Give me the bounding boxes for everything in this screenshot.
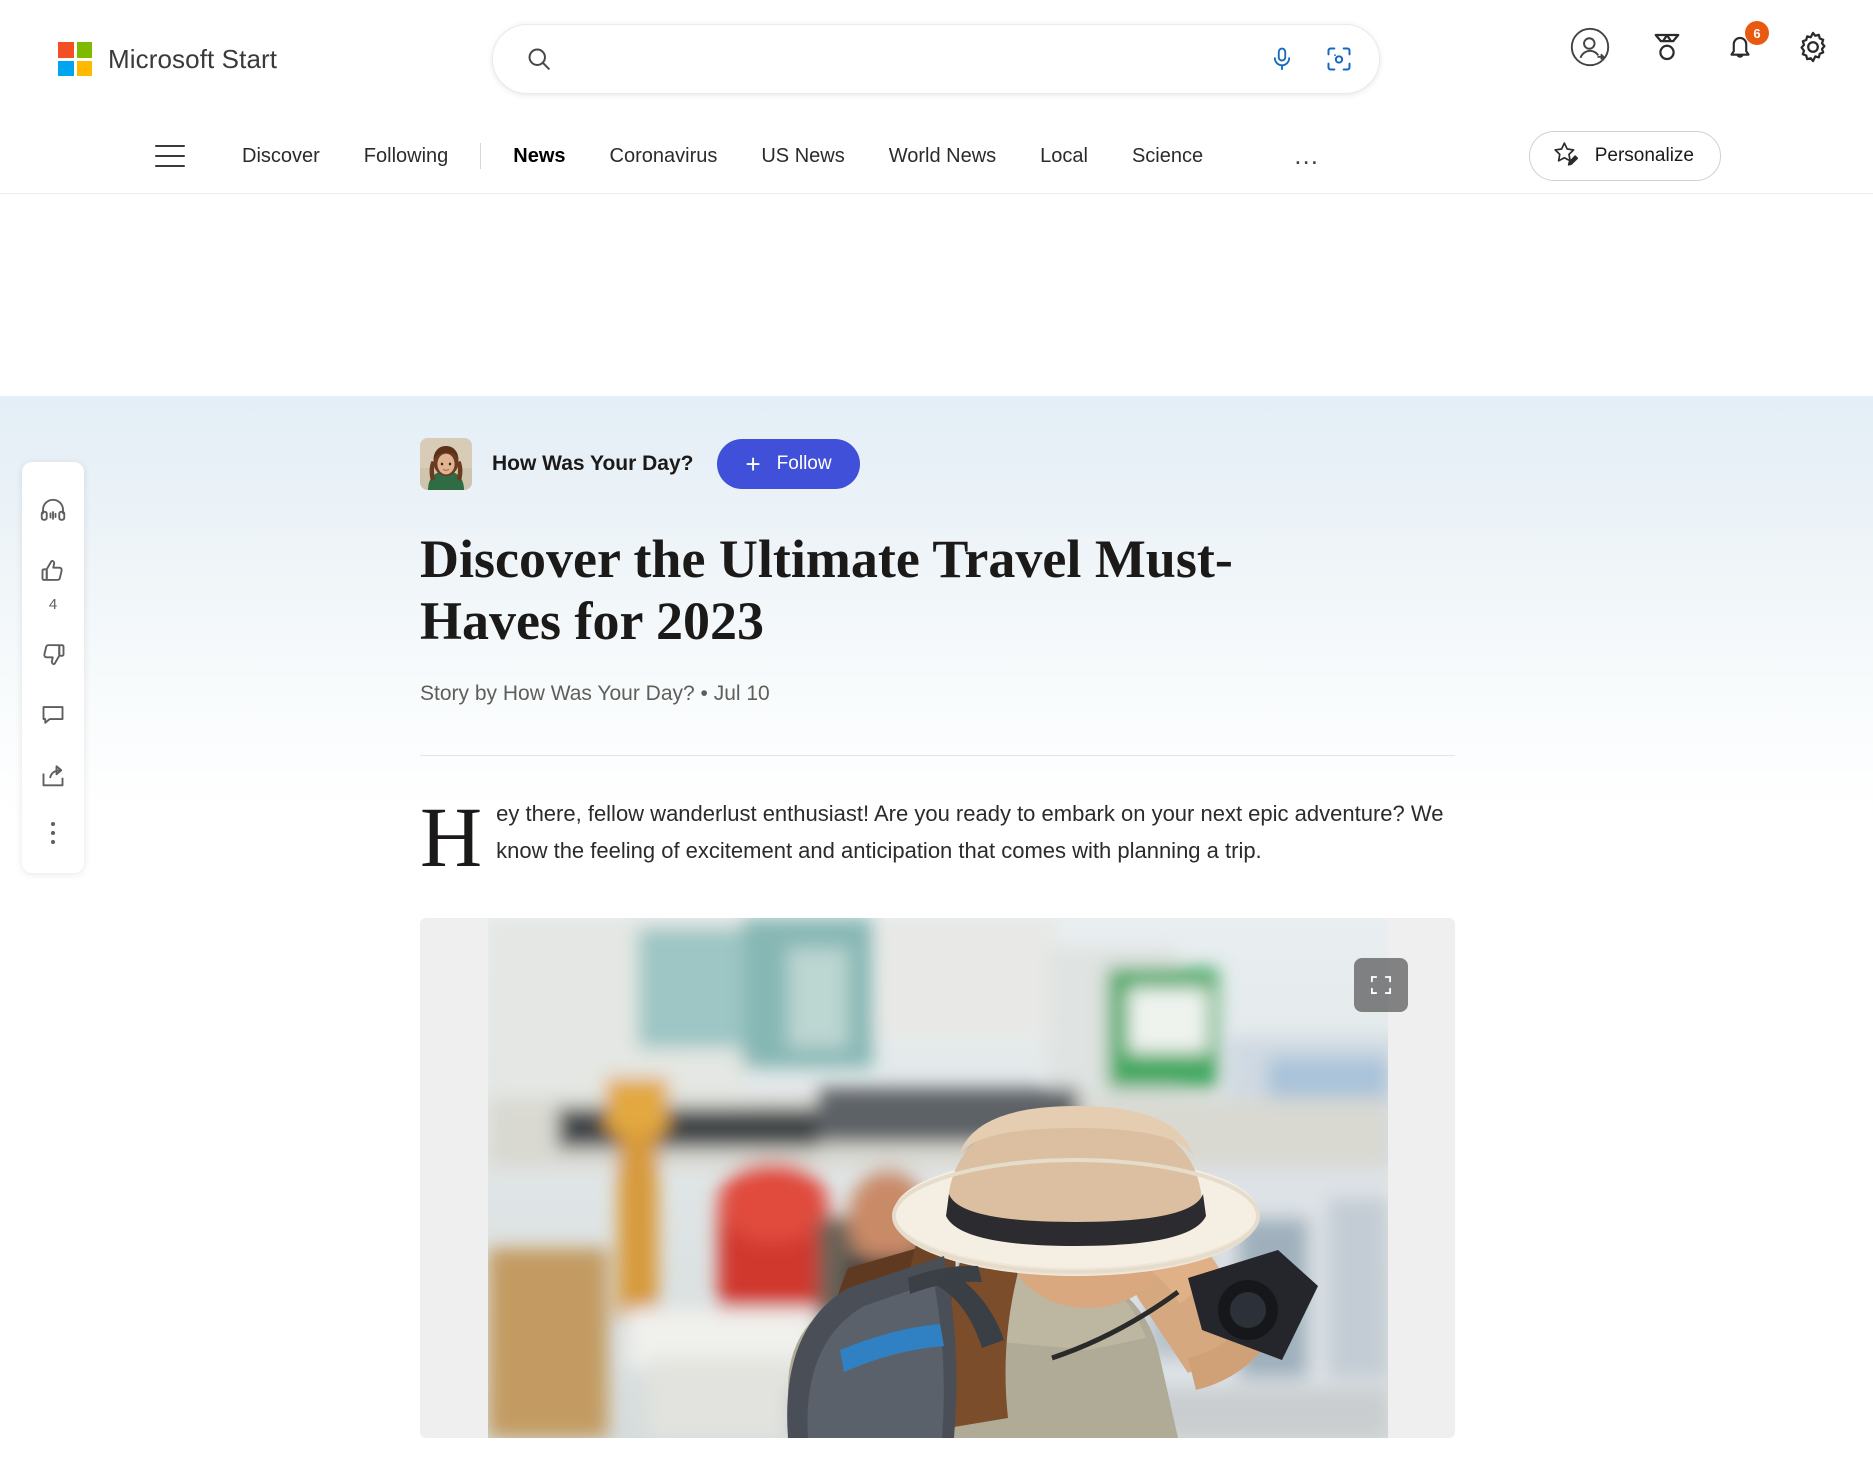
nav-item-science[interactable]: Science — [1110, 146, 1225, 166]
article-background: 4 How Was Your Day? + Follow Discover th… — [0, 396, 1873, 1483]
paragraph-text: ey there, fellow wanderlust enthusiast! … — [496, 801, 1444, 864]
like-count: 4 — [48, 596, 58, 613]
top-header: Microsoft Start 6 — [0, 0, 1873, 118]
nav-item-world-news[interactable]: World News — [867, 146, 1018, 166]
article-body: How Was Your Day? + Follow Discover the … — [420, 396, 1455, 1439]
header-actions: 6 — [1569, 21, 1831, 68]
nav-divider — [480, 142, 482, 169]
article-headline: Discover the Ultimate Travel Must-Haves … — [420, 529, 1233, 652]
nav-item-news[interactable]: News — [491, 146, 587, 166]
more-options-button[interactable] — [22, 809, 84, 857]
nav-item-discover[interactable]: Discover — [220, 146, 342, 166]
settings-gear-icon[interactable] — [1795, 29, 1831, 65]
article-divider — [420, 755, 1455, 757]
notification-badge: 6 — [1745, 21, 1769, 45]
publisher-name[interactable]: How Was Your Day? — [492, 452, 693, 476]
sign-in-avatar-icon[interactable] — [1569, 26, 1611, 68]
nav-item-following[interactable]: Following — [342, 146, 470, 166]
main-navigation: Discover Following News Coronavirus US N… — [0, 118, 1873, 194]
thumbs-up-icon — [38, 556, 68, 591]
share-icon — [38, 761, 68, 796]
article-first-paragraph: Hey there, fellow wanderlust enthusiast!… — [420, 789, 1450, 886]
personalize-button[interactable]: Personalize — [1528, 130, 1721, 181]
brand-name: Microsoft Start — [108, 43, 278, 74]
visual-search-icon[interactable] — [1325, 45, 1353, 73]
ad-placeholder-region — [0, 194, 1873, 396]
nav-more-icon[interactable]: … — [1293, 142, 1321, 168]
search-input[interactable] — [575, 48, 1255, 70]
follow-label: Follow — [776, 453, 832, 474]
share-button[interactable] — [22, 748, 84, 809]
nav-item-local[interactable]: Local — [1018, 146, 1110, 166]
personalize-label: Personalize — [1594, 144, 1694, 166]
article-byline: Story by How Was Your Day? • Jul 10 — [420, 682, 770, 706]
personalize-star-pencil-icon — [1552, 140, 1579, 172]
rewards-medal-icon[interactable] — [1649, 29, 1685, 65]
brand-logo-link[interactable]: Microsoft Start — [58, 42, 277, 76]
publisher-avatar[interactable] — [420, 438, 472, 490]
nav-item-coronavirus[interactable]: Coronavirus — [588, 146, 740, 166]
comments-button[interactable] — [22, 687, 84, 748]
search-icon — [525, 45, 553, 73]
listen-button[interactable] — [22, 482, 84, 543]
article-hero-image[interactable] — [420, 918, 1455, 1439]
more-vertical-icon — [51, 822, 55, 844]
microsoft-logo-icon — [58, 42, 92, 76]
notifications-bell-icon[interactable]: 6 — [1723, 21, 1769, 64]
follow-button[interactable]: + Follow — [717, 439, 860, 489]
article-action-rail: 4 — [22, 462, 84, 873]
nav-item-us-news[interactable]: US News — [739, 146, 866, 166]
hero-photo — [488, 918, 1388, 1439]
paragraph-dropcap: H — [420, 789, 483, 886]
microphone-icon[interactable] — [1269, 45, 1295, 73]
search-bar[interactable] — [492, 24, 1380, 94]
nav-links: Discover Following News Coronavirus US N… — [220, 142, 1321, 169]
plus-icon: + — [745, 449, 761, 479]
headphones-icon — [38, 495, 68, 530]
dislike-button[interactable] — [22, 626, 84, 687]
hamburger-menu-icon[interactable] — [155, 144, 185, 167]
thumbs-down-icon — [38, 639, 68, 674]
page-content: 4 How Was Your Day? + Follow Discover th… — [0, 194, 1873, 1483]
like-button[interactable]: 4 — [22, 543, 84, 626]
comment-bubble-icon — [38, 700, 68, 735]
expand-image-button[interactable] — [1354, 958, 1408, 1013]
publisher-row: How Was Your Day? + Follow — [420, 396, 1455, 490]
